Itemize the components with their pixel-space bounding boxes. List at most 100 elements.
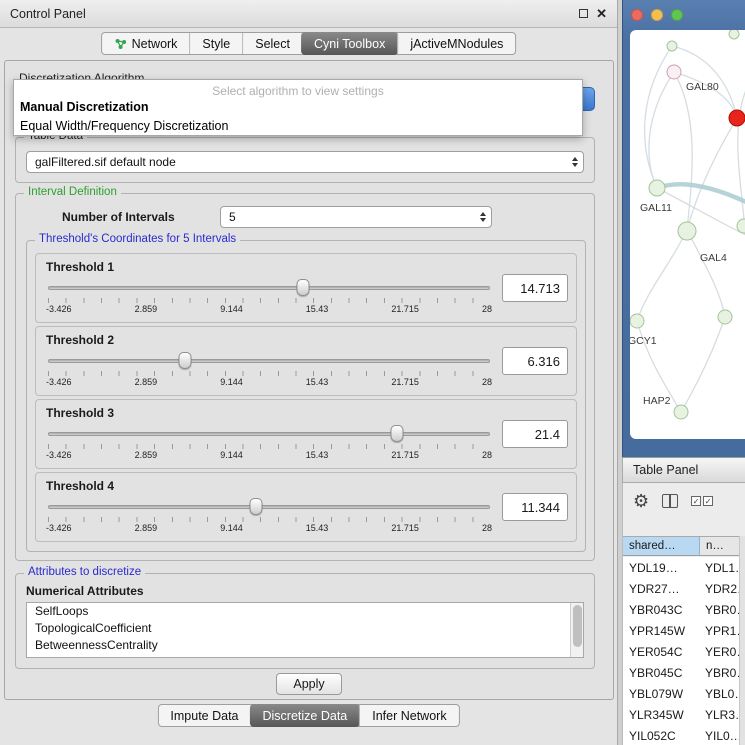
- slider-handle[interactable]: [297, 279, 310, 296]
- cell-shared-name: YDL19…: [623, 561, 700, 575]
- list-item[interactable]: TopologicalCoefficient: [27, 620, 583, 637]
- threshold-value-field[interactable]: 6.316: [502, 347, 568, 375]
- dropdown-option-equal-width[interactable]: Equal Width/Frequency Discretization: [14, 117, 582, 136]
- threshold-value-field[interactable]: 21.4: [502, 420, 568, 448]
- threshold-slider[interactable]: [48, 351, 490, 369]
- tick-label: 28: [482, 304, 492, 314]
- number-of-intervals-combobox[interactable]: 5: [220, 206, 492, 228]
- table-row[interactable]: YBR043C YBR0…: [623, 599, 739, 620]
- stepper-down-icon: [480, 218, 486, 222]
- table-panel-header: Table Panel: [622, 457, 745, 483]
- tab-network[interactable]: Network: [102, 33, 190, 54]
- dropdown-option-manual[interactable]: Manual Discretization: [14, 98, 582, 117]
- list-scrollbar[interactable]: [570, 603, 583, 657]
- table-row[interactable]: YBR045C YBR0…: [623, 662, 739, 683]
- slider-handle[interactable]: [249, 498, 262, 515]
- network-graph: GAL80 GAL11 GAL4 GCY1 HAP2: [630, 30, 745, 439]
- threshold-slider-area: Threshold 3 -3.426 2.859 9.144 15.43: [36, 400, 502, 468]
- tab-infer-network[interactable]: Infer Network: [359, 705, 458, 726]
- minimize-traffic-light-icon[interactable]: [651, 9, 663, 21]
- tick-label: 9.144: [220, 304, 243, 314]
- close-icon[interactable]: ✕: [596, 7, 607, 20]
- tab-select[interactable]: Select: [242, 33, 302, 54]
- close-traffic-light-icon[interactable]: [631, 9, 643, 21]
- slider-handle[interactable]: [179, 352, 192, 369]
- tab-style[interactable]: Style: [189, 33, 242, 54]
- tab-cyni-toolbox[interactable]: Cyni Toolbox: [301, 32, 398, 55]
- table-data-group: Table Data galFiltered.sif default node: [15, 137, 595, 183]
- threshold-value-field[interactable]: 11.344: [502, 493, 568, 521]
- tick-label: 28: [482, 377, 492, 387]
- network-node-hap2[interactable]: [674, 405, 688, 419]
- list-item[interactable]: BetweennessCentrality: [27, 637, 583, 654]
- network-node-selected[interactable]: [729, 110, 745, 126]
- threshold-label: Threshold 4: [46, 479, 492, 493]
- threshold-value-field[interactable]: 14.713: [502, 274, 568, 302]
- top-tab-bar: Network Style Select Cyni Toolbox jActiv…: [101, 32, 517, 55]
- tab-discretize-data[interactable]: Discretize Data: [250, 704, 361, 727]
- algorithm-dropdown-popup: Select algorithm to view settings Manual…: [13, 79, 583, 136]
- apply-button[interactable]: Apply: [276, 673, 342, 695]
- gear-icon[interactable]: ⚙: [633, 492, 649, 510]
- threshold-slider[interactable]: [48, 497, 490, 515]
- table-row[interactable]: YBL079W YBL0…: [623, 683, 739, 704]
- tick-label: 2.859: [135, 304, 158, 314]
- list-item[interactable]: SelfLoops: [27, 603, 583, 620]
- network-node-gal4[interactable]: [678, 222, 696, 240]
- interval-definition-group: Interval Definition Number of Intervals …: [15, 193, 595, 561]
- network-node-gal11[interactable]: [649, 180, 665, 196]
- number-of-intervals-label: Number of Intervals: [62, 210, 175, 224]
- cell-shared-name: YBL079W: [623, 687, 700, 701]
- network-canvas[interactable]: GAL80 GAL11 GAL4 GCY1 HAP2: [630, 30, 745, 439]
- network-node[interactable]: [667, 41, 677, 51]
- float-window-icon[interactable]: [579, 9, 588, 18]
- bottom-tabs-segment: Impute Data Discretize Data Infer Networ…: [157, 704, 459, 727]
- table-panel-title: Table Panel: [633, 463, 698, 477]
- tab-network-label: Network: [132, 37, 178, 51]
- numerical-attributes-list: SelfLoops TopologicalCoefficient Between…: [26, 602, 584, 658]
- cell-name: YDL1…: [700, 561, 739, 575]
- cell-shared-name: YIL052C: [623, 729, 700, 743]
- network-node[interactable]: [718, 310, 732, 324]
- zoom-traffic-light-icon[interactable]: [671, 9, 683, 21]
- slider-track: [48, 286, 490, 290]
- network-node-gcy1[interactable]: [630, 314, 644, 328]
- column-header-shared-name[interactable]: shared…: [623, 537, 700, 555]
- table-row[interactable]: YDL19… YDL1…: [623, 557, 739, 578]
- tick-label: 21.715: [391, 304, 419, 314]
- tick-label: 2.859: [135, 523, 158, 533]
- tab-impute-data[interactable]: Impute Data: [158, 705, 250, 726]
- threshold-slider[interactable]: [48, 278, 490, 296]
- node-label: GAL11: [640, 202, 672, 214]
- table-row[interactable]: YER054C YER0…: [623, 641, 739, 662]
- tick-label: -3.426: [46, 450, 72, 460]
- threshold-slider-area: Threshold 1 -3.426 2.859 9.144 15.43: [36, 254, 502, 322]
- threshold-slider[interactable]: [48, 424, 490, 442]
- table-row[interactable]: YPR145W YPR1…: [623, 620, 739, 641]
- network-view-window: GAL80 GAL11 GAL4 GCY1 HAP2: [622, 0, 745, 457]
- slider-tick-labels: -3.426 2.859 9.144 15.43 21.715 28: [46, 523, 492, 533]
- node-label: GCY1: [630, 335, 657, 347]
- tick-label: 9.144: [220, 450, 243, 460]
- slider-ticks: [48, 517, 490, 522]
- table-scrollbar[interactable]: [739, 536, 745, 745]
- table-row[interactable]: YDR27… YDR2…: [623, 578, 739, 599]
- threshold-panel: Threshold 1 -3.426 2.859 9.144 15.43: [35, 253, 577, 323]
- slider-handle[interactable]: [391, 425, 404, 442]
- network-node-gal80[interactable]: [667, 65, 681, 79]
- combobox-stepper-icon: [474, 212, 491, 222]
- table-row[interactable]: YIL052C YIL0…: [623, 725, 739, 745]
- network-node[interactable]: [729, 30, 739, 39]
- tick-label: 21.715: [391, 377, 419, 387]
- slider-track: [48, 432, 490, 436]
- table-row[interactable]: YLR345W YLR3…: [623, 704, 739, 725]
- cell-shared-name: YBR045C: [623, 666, 700, 680]
- column-header-name[interactable]: n…: [700, 537, 739, 555]
- scrollbar-thumb[interactable]: [573, 605, 582, 647]
- tick-label: 15.43: [306, 523, 329, 533]
- columns-icon[interactable]: [662, 494, 678, 508]
- tick-label: 21.715: [391, 450, 419, 460]
- table-data-combobox[interactable]: galFiltered.sif default node: [26, 151, 584, 173]
- select-columns-icon[interactable]: ✓ ✓: [691, 496, 713, 506]
- tab-jactivemnodules[interactable]: jActiveMNodules: [397, 33, 515, 54]
